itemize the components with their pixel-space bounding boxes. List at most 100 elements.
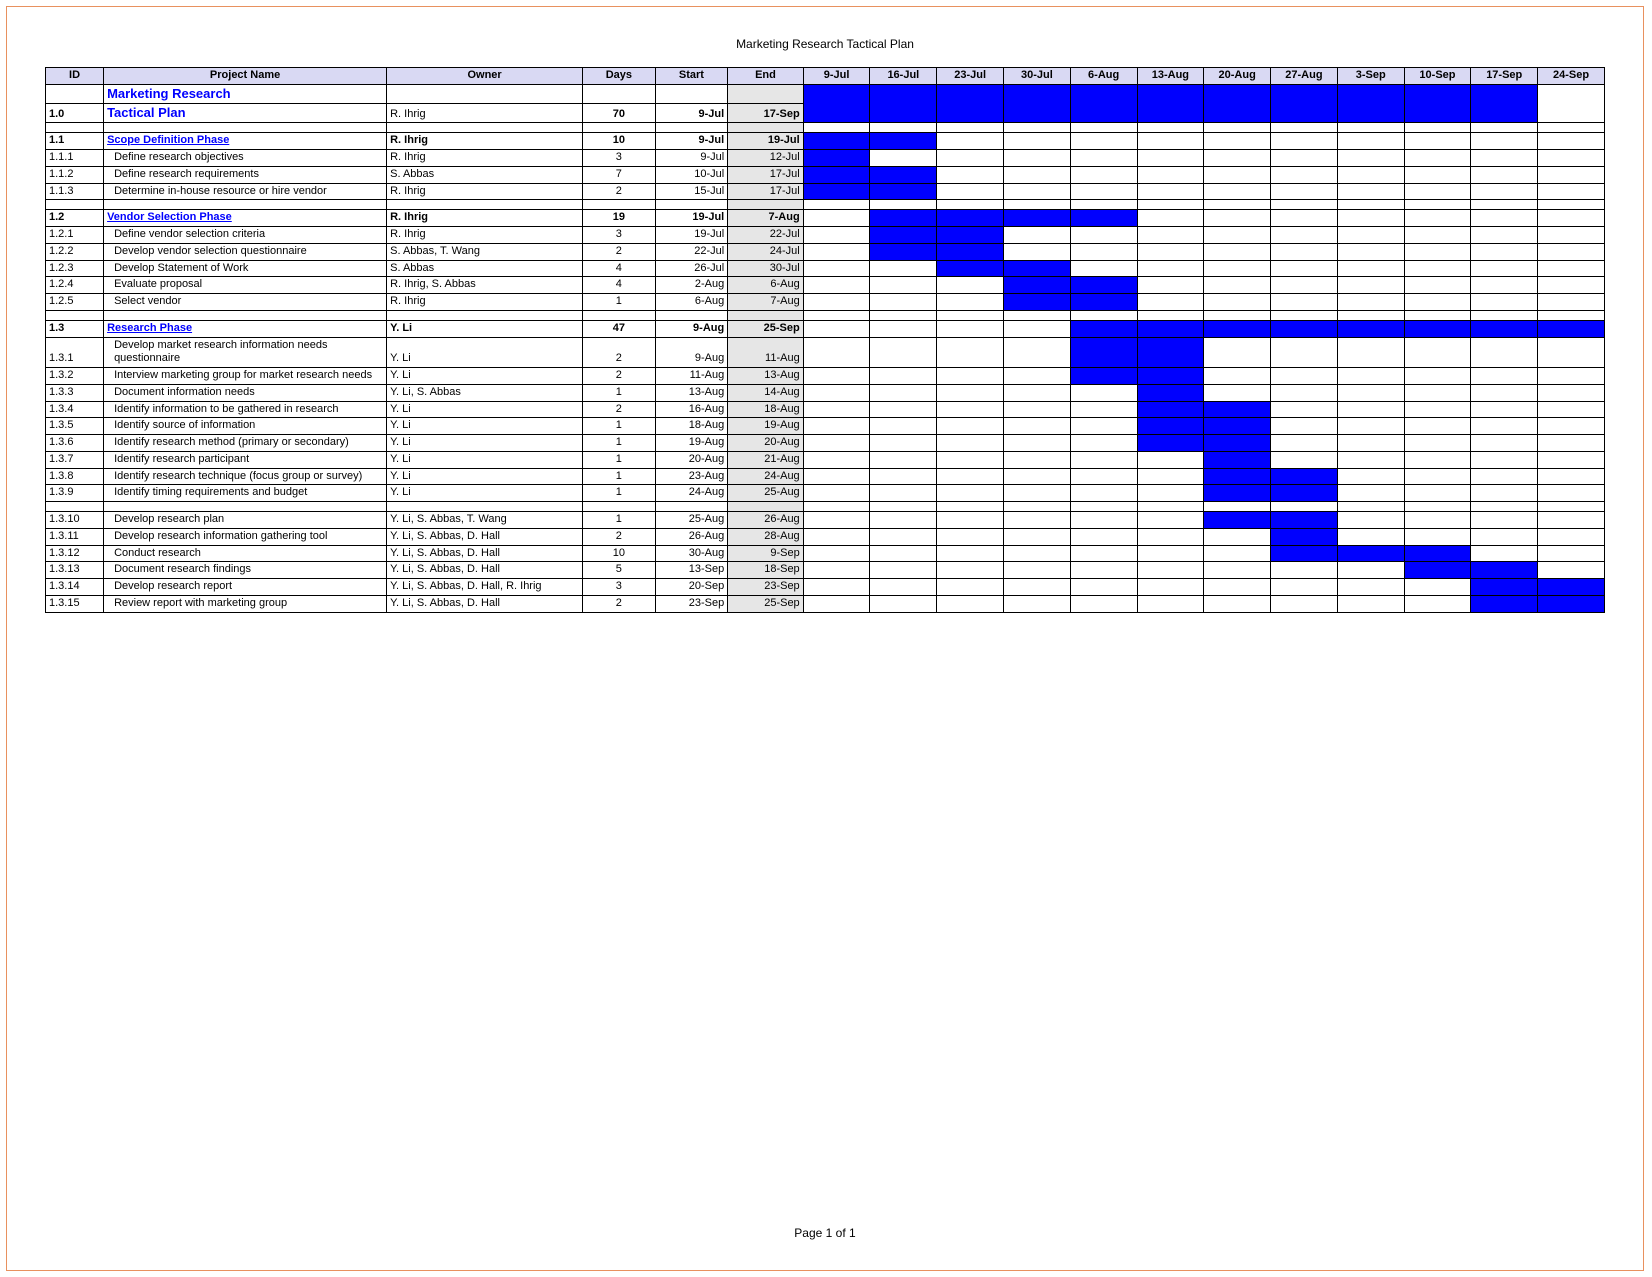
task-id: 1.3.9 — [46, 485, 104, 502]
gantt-cell — [937, 485, 1004, 502]
task-owner: R. Ihrig — [387, 294, 583, 311]
spacer-row — [46, 123, 1605, 133]
gantt-cell — [1003, 528, 1070, 545]
gantt-cell — [1471, 166, 1538, 183]
gantt-cell — [1003, 133, 1070, 150]
gantt-cell — [1003, 227, 1070, 244]
task-name: Select vendor — [104, 294, 387, 311]
gantt-cell — [870, 166, 937, 183]
gantt-cell — [870, 562, 937, 579]
task-start: 10-Jul — [655, 166, 728, 183]
gantt-cell — [1404, 512, 1471, 529]
gantt-cell — [1137, 337, 1204, 368]
gantt-cell — [1337, 418, 1404, 435]
gantt-cell — [803, 401, 870, 418]
gantt-cell — [803, 595, 870, 612]
gantt-cell — [1204, 401, 1271, 418]
gantt-cell — [1271, 368, 1338, 385]
gantt-cell — [1271, 277, 1338, 294]
gantt-cell — [803, 320, 870, 337]
task-name: Identify timing requirements and budget — [104, 485, 387, 502]
table-row: 1.3.2Interview marketing group for marke… — [46, 368, 1605, 385]
task-id: 1.2.5 — [46, 294, 104, 311]
gantt-cell — [1070, 512, 1137, 529]
gantt-cell — [1003, 260, 1070, 277]
gantt-cell — [1003, 512, 1070, 529]
gantt-cell — [1538, 150, 1605, 167]
gantt-cell — [1070, 468, 1137, 485]
gantt-cell — [1070, 562, 1137, 579]
task-end: 11-Aug — [728, 337, 803, 368]
task-owner: S. Abbas, T. Wang — [387, 243, 583, 260]
task-name: Document information needs — [104, 384, 387, 401]
task-days: 1 — [583, 485, 656, 502]
gantt-cell — [1271, 512, 1338, 529]
gantt-cell — [1204, 368, 1271, 385]
gantt-cell — [803, 243, 870, 260]
gantt-cell — [1003, 562, 1070, 579]
gantt-cell — [1137, 183, 1204, 200]
table-row: 1.2.2Develop vendor selection questionna… — [46, 243, 1605, 260]
task-name: Identify source of information — [104, 418, 387, 435]
task-name: Define research objectives — [104, 150, 387, 167]
gantt-cell — [1271, 320, 1338, 337]
task-start: 20-Sep — [655, 579, 728, 596]
gantt-cell — [1404, 243, 1471, 260]
header-date: 30-Jul — [1003, 68, 1070, 85]
task-name: Develop Statement of Work — [104, 260, 387, 277]
gantt-cell — [870, 451, 937, 468]
gantt-cell — [1271, 468, 1338, 485]
gantt-cell — [1471, 133, 1538, 150]
header-date: 10-Sep — [1404, 68, 1471, 85]
gantt-cell — [937, 579, 1004, 596]
gantt-cell — [1471, 210, 1538, 227]
header-start: Start — [655, 68, 728, 85]
gantt-cell — [870, 84, 937, 123]
task-days: 1 — [583, 451, 656, 468]
gantt-cell — [1538, 451, 1605, 468]
task-owner: Y. Li — [387, 320, 583, 337]
task-owner: Y. Li, S. Abbas, D. Hall — [387, 545, 583, 562]
gantt-cell — [1404, 435, 1471, 452]
gantt-cell — [1271, 243, 1338, 260]
table-row: 1.1Scope Definition PhaseR. Ihrig109-Jul… — [46, 133, 1605, 150]
gantt-cell — [1204, 451, 1271, 468]
gantt-cell — [1271, 418, 1338, 435]
task-days: 2 — [583, 595, 656, 612]
task-owner: Y. Li — [387, 418, 583, 435]
gantt-cell — [870, 418, 937, 435]
gantt-cell — [1538, 401, 1605, 418]
gantt-cell — [1471, 84, 1538, 123]
task-start: 20-Aug — [655, 451, 728, 468]
task-id: 1.3.1 — [46, 337, 104, 368]
task-start: 24-Aug — [655, 485, 728, 502]
task-days: 7 — [583, 166, 656, 183]
task-id: 1.2.4 — [46, 277, 104, 294]
gantt-cell — [1204, 84, 1271, 123]
task-owner: Y. Li — [387, 468, 583, 485]
gantt-cell — [1271, 595, 1338, 612]
gantt-cell — [1271, 579, 1338, 596]
gantt-cell — [1204, 468, 1271, 485]
gantt-cell — [1471, 512, 1538, 529]
gantt-cell — [803, 294, 870, 311]
task-days: 3 — [583, 227, 656, 244]
task-owner: R. Ihrig — [387, 227, 583, 244]
gantt-cell — [937, 368, 1004, 385]
gantt-cell — [1070, 384, 1137, 401]
task-days: 10 — [583, 133, 656, 150]
gantt-cell — [1137, 227, 1204, 244]
gantt-cell — [1137, 384, 1204, 401]
gantt-cell — [1137, 545, 1204, 562]
gantt-cell — [1271, 210, 1338, 227]
header-date: 17-Sep — [1471, 68, 1538, 85]
task-end: 19-Jul — [728, 133, 803, 150]
task-end: 20-Aug — [728, 435, 803, 452]
spacer-row — [46, 310, 1605, 320]
task-start: 23-Sep — [655, 595, 728, 612]
task-start: 22-Jul — [655, 243, 728, 260]
gantt-cell — [1137, 294, 1204, 311]
spacer-row — [46, 200, 1605, 210]
task-days: 19 — [583, 210, 656, 227]
task-id: 1.3.15 — [46, 595, 104, 612]
